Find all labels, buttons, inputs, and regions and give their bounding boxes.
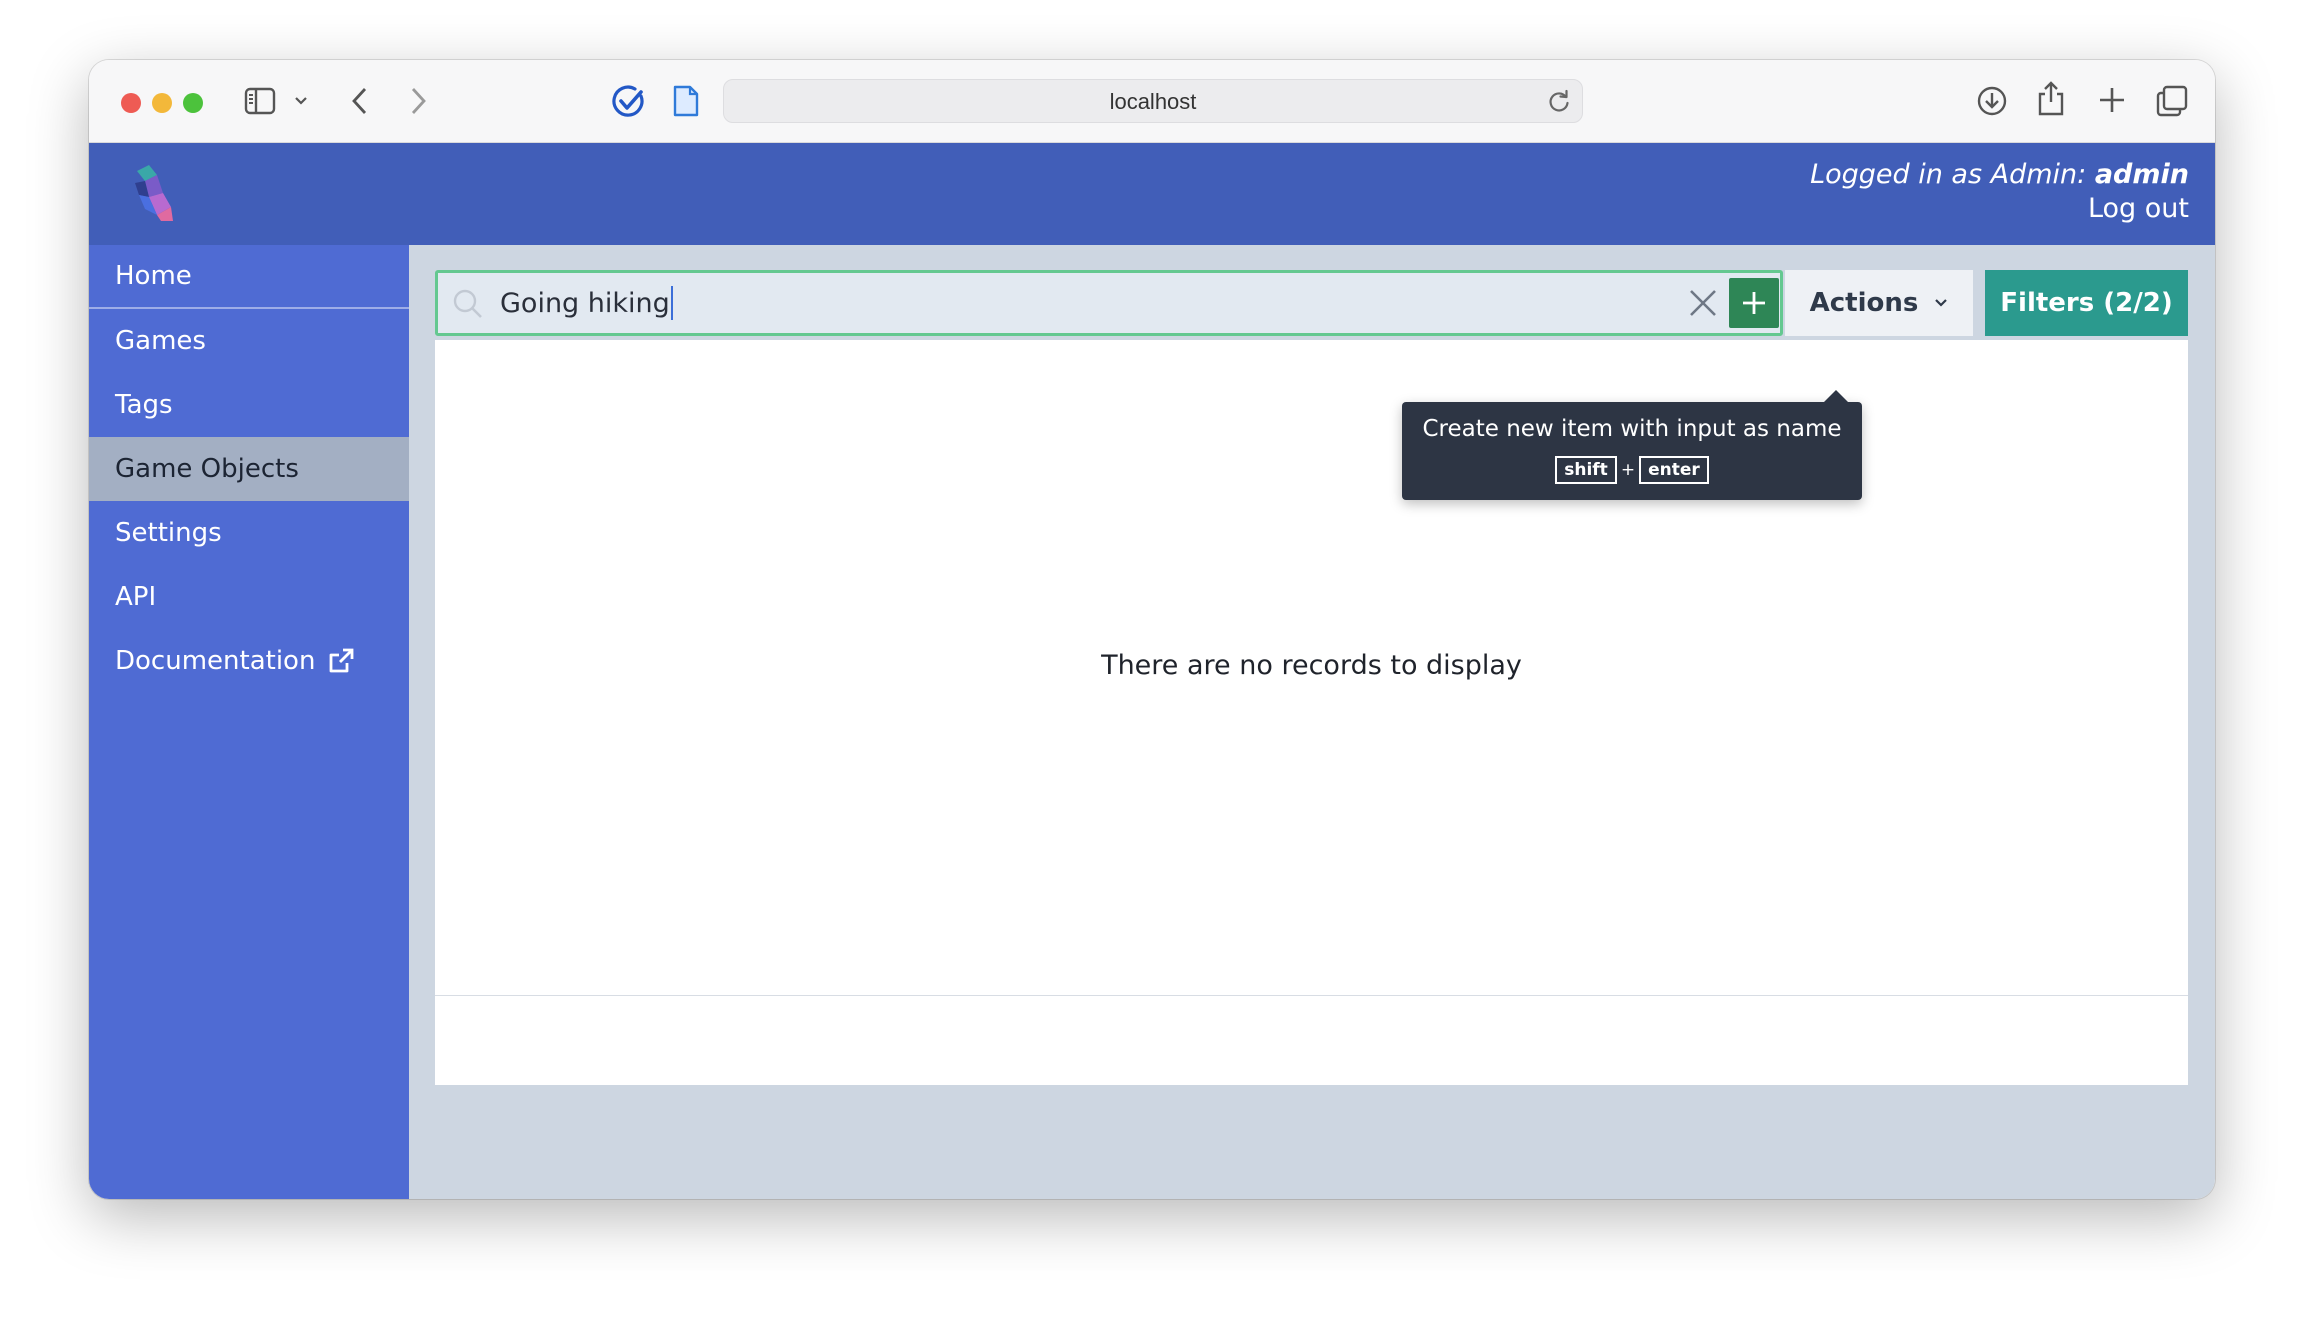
chevron-down-icon	[1934, 298, 1948, 308]
tooltip-shortcut: shift + enter	[1402, 456, 1862, 484]
page-icon[interactable]	[672, 84, 700, 118]
empty-records-message: There are no records to display	[1101, 650, 1522, 681]
login-prefix: Logged in as Admin:	[1810, 159, 2095, 190]
chevron-right-icon[interactable]	[409, 86, 427, 116]
login-status: Logged in as Admin: admin	[1810, 159, 2189, 190]
sidebar-item-home[interactable]: Home	[89, 245, 409, 309]
plus-icon[interactable]	[2097, 85, 2127, 115]
tabs-icon[interactable]	[2155, 84, 2189, 118]
panel-divider	[435, 995, 2188, 996]
shortcut-key-enter: enter	[1639, 456, 1709, 484]
zoom-window-button[interactable]	[183, 93, 203, 113]
login-username: admin	[2094, 159, 2189, 190]
external-link-icon	[327, 647, 355, 675]
sidebar-item-game-objects[interactable]: Game Objects	[89, 437, 409, 501]
sidebar-item-documentation[interactable]: Documentation	[89, 629, 409, 693]
close-window-button[interactable]	[121, 93, 141, 113]
app-logo[interactable]	[127, 163, 183, 223]
main-content: Going hiking Actions Filters (2/2) There…	[409, 245, 2215, 1199]
text-caret	[670, 286, 673, 320]
minimize-window-button[interactable]	[152, 93, 172, 113]
browser-window: localhost Logged in as Admin: admin Log …	[89, 60, 2215, 1199]
records-panel: There are no records to display	[435, 340, 2188, 1085]
search-box[interactable]: Going hiking	[435, 270, 1783, 336]
actions-dropdown-button[interactable]: Actions	[1785, 270, 1973, 336]
create-item-tooltip: Create new item with input as name shift…	[1402, 390, 1862, 500]
checkmark-circle-icon[interactable]	[611, 84, 647, 120]
browser-toolbar: localhost	[89, 60, 2215, 143]
sidebar-item-games[interactable]: Games	[89, 309, 409, 373]
search-input-value: Going hiking	[500, 287, 670, 319]
shortcut-key-shift: shift	[1555, 456, 1617, 484]
create-item-button[interactable]	[1729, 278, 1779, 328]
sidebar: Home Games Tags Game Objects Settings AP…	[89, 245, 409, 1199]
sidebar-item-tags[interactable]: Tags	[89, 373, 409, 437]
download-icon[interactable]	[1975, 84, 2009, 118]
chevron-down-icon[interactable]	[294, 96, 308, 106]
filters-button[interactable]: Filters (2/2)	[1985, 270, 2188, 336]
address-bar[interactable]: localhost	[723, 79, 1583, 123]
close-icon[interactable]	[1687, 287, 1719, 323]
plus-icon	[1740, 289, 1768, 317]
sidebar-item-api[interactable]: API	[89, 565, 409, 629]
shortcut-plus: +	[1620, 460, 1636, 480]
sidebar-item-settings[interactable]: Settings	[89, 501, 409, 565]
sidebar-icon[interactable]	[244, 87, 276, 115]
tooltip-text: Create new item with input as name	[1422, 416, 1842, 442]
share-icon[interactable]	[2035, 80, 2067, 118]
search-input[interactable]: Going hiking	[500, 273, 1660, 333]
logout-link[interactable]: Log out	[2088, 193, 2189, 224]
app-header: Logged in as Admin: admin Log out	[89, 143, 2215, 245]
address-text: localhost	[1109, 89, 1197, 114]
chevron-left-icon[interactable]	[351, 86, 369, 116]
reload-icon[interactable]	[1546, 89, 1572, 119]
search-icon	[452, 288, 484, 324]
actions-label: Actions	[1809, 288, 1919, 318]
sidebar-item-label: Documentation	[115, 646, 316, 676]
